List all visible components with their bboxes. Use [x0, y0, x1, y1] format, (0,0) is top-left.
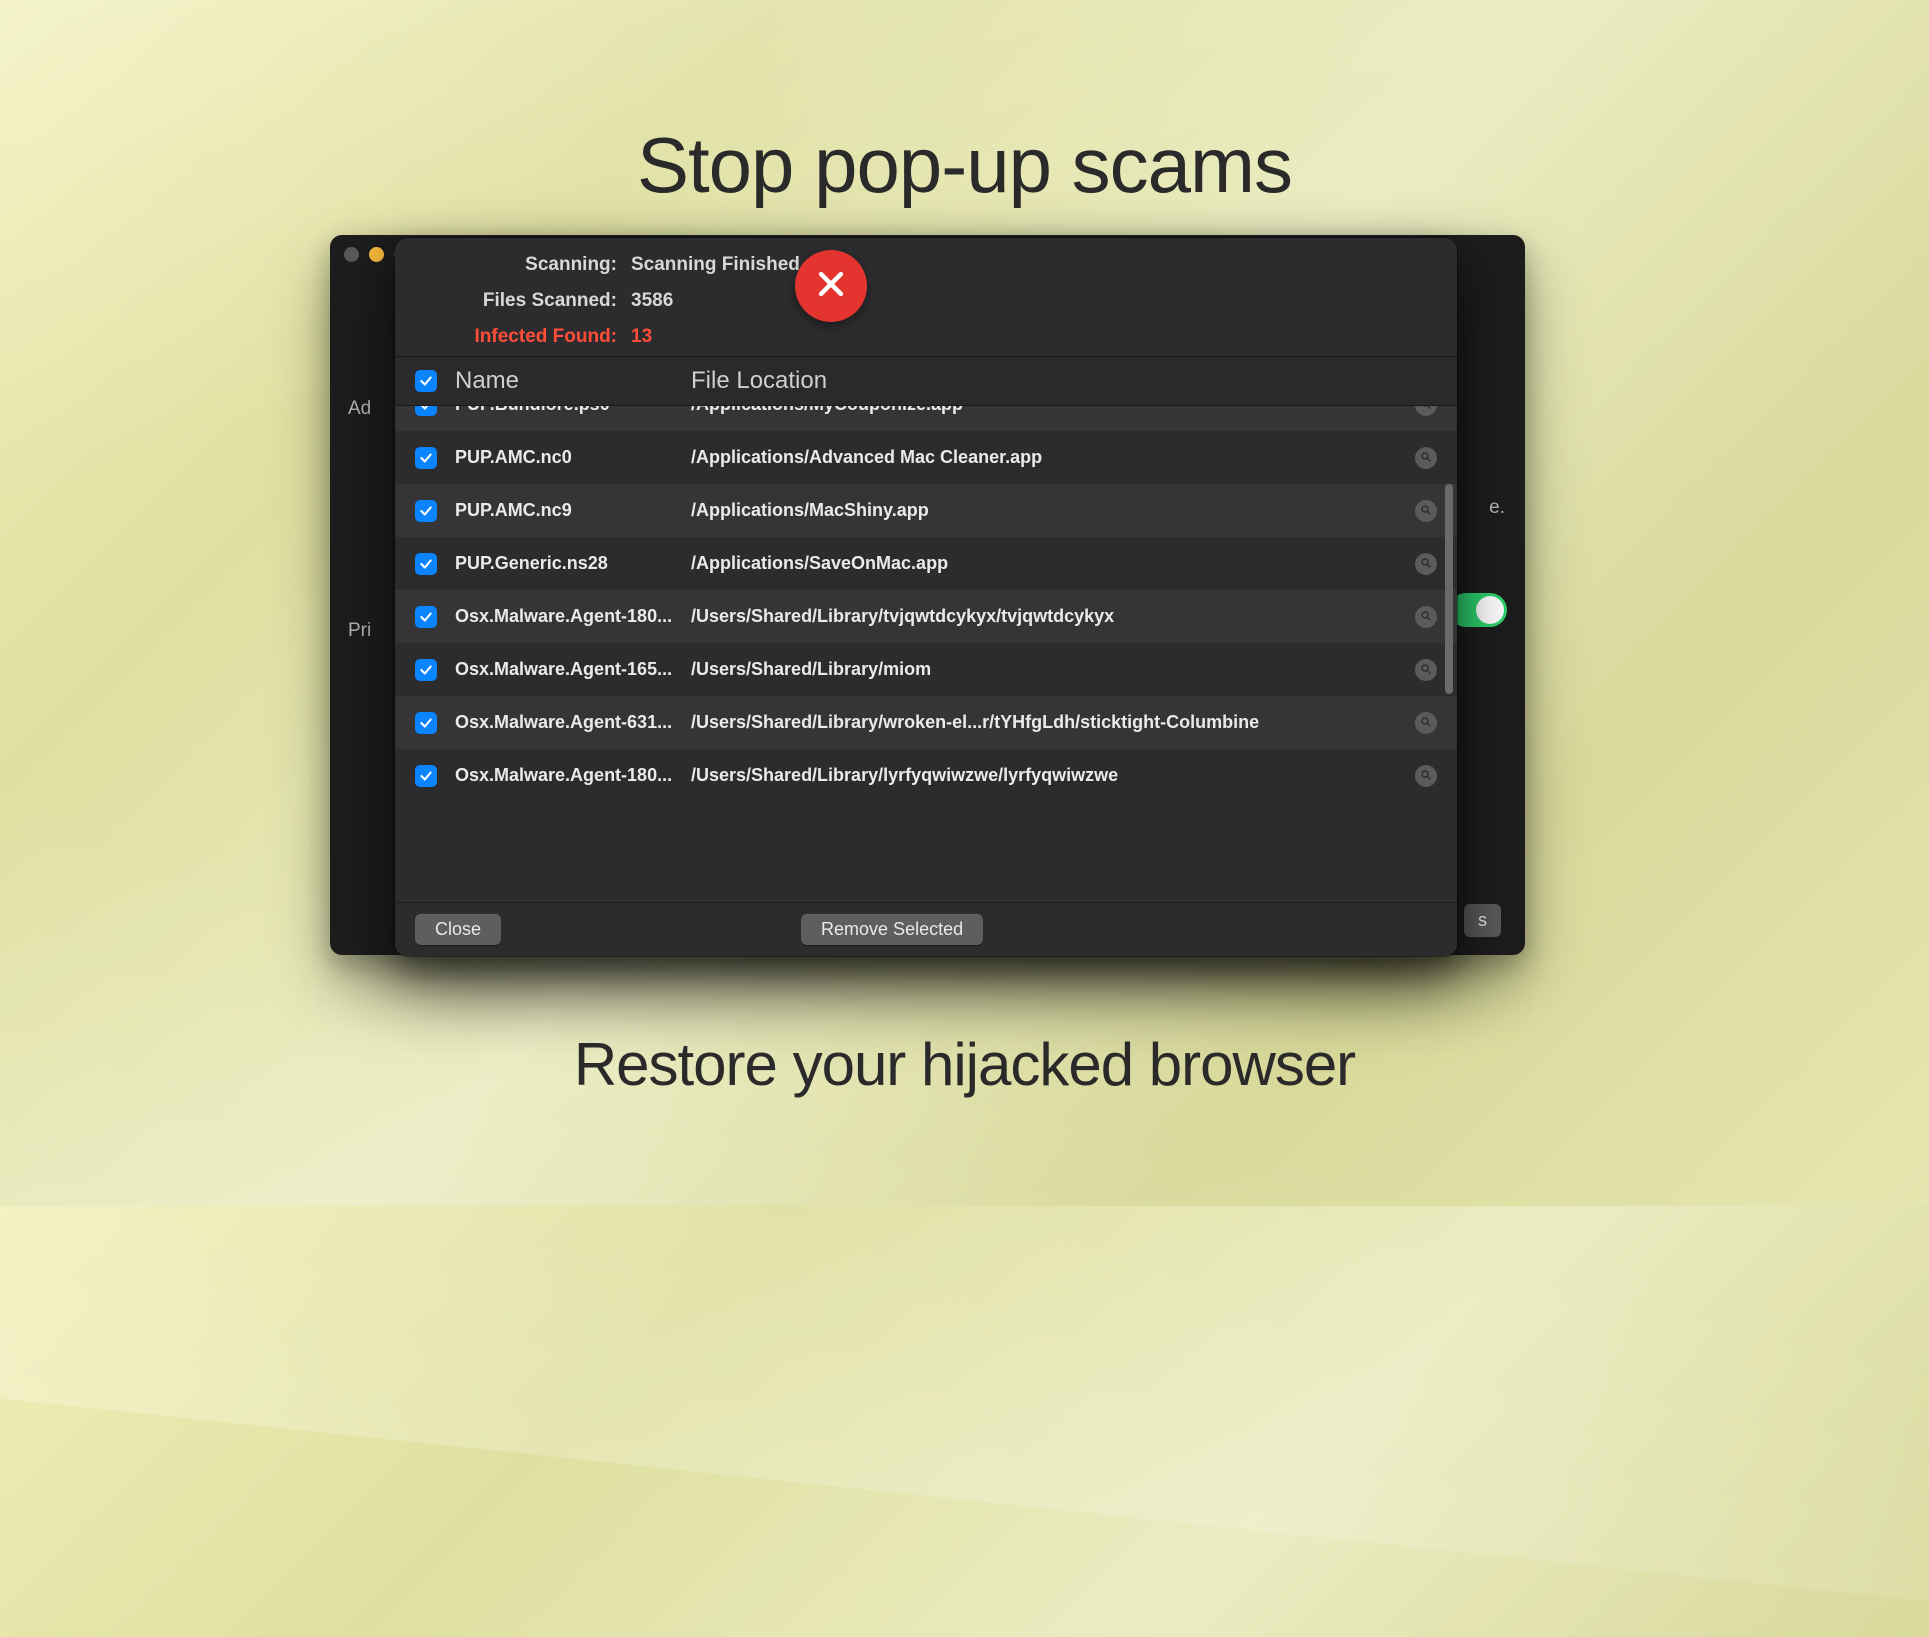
row-checkbox[interactable] — [415, 659, 437, 681]
threat-name: Osx.Malware.Agent-165... — [455, 659, 691, 680]
dialog-footer: Close Remove Selected — [395, 902, 1457, 956]
file-location: /Users/Shared/Library/lyrfyqwiwzwe/lyrfy… — [691, 765, 1415, 786]
row-checkbox[interactable] — [415, 406, 437, 416]
marketing-headline: Stop pop-up scams — [0, 120, 1929, 211]
window-close-icon[interactable] — [344, 247, 359, 262]
bg-label-ad: Ad — [348, 398, 371, 420]
dialog-header: Scanning: Scanning Finished Files Scanne… — [395, 238, 1457, 356]
stop-scan-button[interactable] — [795, 250, 867, 322]
threat-name: PUP.Generic.ns28 — [455, 553, 691, 574]
column-header-name[interactable]: Name — [455, 367, 691, 395]
infected-found-label: Infected Found: — [419, 326, 617, 348]
scanning-status: Scanning Finished — [631, 254, 800, 276]
reveal-in-finder-button[interactable] — [1415, 500, 1437, 522]
file-location: /Users/Shared/Library/wroken-el...r/tYHf… — [691, 712, 1415, 733]
threat-name: PUP.AMC.nc9 — [455, 500, 691, 521]
magnifying-glass-icon — [1420, 447, 1432, 468]
table-row[interactable]: PUP.AMC.nc0/Applications/Advanced Mac Cl… — [395, 431, 1457, 484]
reveal-in-finder-button[interactable] — [1415, 553, 1437, 575]
window-minimize-icon[interactable] — [369, 247, 384, 262]
scanning-label: Scanning: — [419, 254, 617, 276]
file-location: /Applications/MacShiny.app — [691, 500, 1415, 521]
close-x-icon — [814, 267, 848, 306]
threat-name: Osx.Malware.Agent-180... — [455, 606, 691, 627]
table-row[interactable]: PUP.Bundlore.ps0/Applications/MyCouponiz… — [395, 406, 1457, 431]
marketing-subline: Restore your hijacked browser — [0, 1030, 1929, 1099]
files-scanned-label: Files Scanned: — [419, 290, 617, 312]
magnifying-glass-icon — [1420, 606, 1432, 627]
row-checkbox[interactable] — [415, 765, 437, 787]
file-location: /Applications/MyCouponize.app — [691, 406, 1415, 415]
column-header-location[interactable]: File Location — [691, 367, 1437, 395]
bg-text-e: e. — [1489, 497, 1505, 519]
reveal-in-finder-button[interactable] — [1415, 765, 1437, 787]
magnifying-glass-icon — [1420, 712, 1432, 733]
threat-name: PUP.Bundlore.ps0 — [455, 406, 691, 415]
magnifying-glass-icon — [1420, 406, 1432, 415]
bg-button-s[interactable]: s — [1464, 904, 1501, 937]
magnifying-glass-icon — [1420, 765, 1432, 786]
reveal-in-finder-button[interactable] — [1415, 406, 1437, 416]
file-location: /Applications/Advanced Mac Cleaner.app — [691, 447, 1415, 468]
table-row[interactable]: Osx.Malware.Agent-631.../Users/Shared/Li… — [395, 696, 1457, 749]
row-checkbox[interactable] — [415, 447, 437, 469]
table-row[interactable]: Osx.Malware.Agent-180.../Users/Shared/Li… — [395, 749, 1457, 802]
column-header-row: Name File Location — [395, 356, 1457, 406]
threat-name: Osx.Malware.Agent-180... — [455, 765, 691, 786]
results-list[interactable]: PUP.Bundlore.ps0/Applications/MyCouponiz… — [395, 406, 1457, 846]
magnifying-glass-icon — [1420, 553, 1432, 574]
file-location: /Users/Shared/Library/miom — [691, 659, 1415, 680]
remove-selected-button[interactable]: Remove Selected — [801, 914, 983, 945]
close-button[interactable]: Close — [415, 914, 501, 945]
table-row[interactable]: Osx.Malware.Agent-165.../Users/Shared/Li… — [395, 643, 1457, 696]
reveal-in-finder-button[interactable] — [1415, 712, 1437, 734]
bg-toggle[interactable] — [1449, 593, 1507, 627]
reveal-in-finder-button[interactable] — [1415, 447, 1437, 469]
reveal-in-finder-button[interactable] — [1415, 659, 1437, 681]
row-checkbox[interactable] — [415, 606, 437, 628]
file-location: /Applications/SaveOnMac.app — [691, 553, 1415, 574]
row-checkbox[interactable] — [415, 553, 437, 575]
magnifying-glass-icon — [1420, 500, 1432, 521]
file-location: /Users/Shared/Library/tvjqwtdcykyx/tvjqw… — [691, 606, 1415, 627]
row-checkbox[interactable] — [415, 500, 437, 522]
table-row[interactable]: PUP.AMC.nc9/Applications/MacShiny.app — [395, 484, 1457, 537]
table-row[interactable]: PUP.Generic.ns28/Applications/SaveOnMac.… — [395, 537, 1457, 590]
select-all-checkbox[interactable] — [415, 370, 437, 392]
magnifying-glass-icon — [1420, 659, 1432, 680]
scan-results-dialog: Scanning: Scanning Finished Files Scanne… — [395, 238, 1457, 956]
table-row[interactable]: Osx.Malware.Agent-180.../Users/Shared/Li… — [395, 590, 1457, 643]
threat-name: PUP.AMC.nc0 — [455, 447, 691, 468]
infected-found-value: 13 — [631, 326, 652, 348]
reveal-in-finder-button[interactable] — [1415, 606, 1437, 628]
row-checkbox[interactable] — [415, 712, 437, 734]
vertical-scrollbar[interactable] — [1445, 484, 1453, 694]
files-scanned-value: 3586 — [631, 290, 673, 312]
bg-label-pri: Pri — [348, 620, 371, 642]
threat-name: Osx.Malware.Agent-631... — [455, 712, 691, 733]
